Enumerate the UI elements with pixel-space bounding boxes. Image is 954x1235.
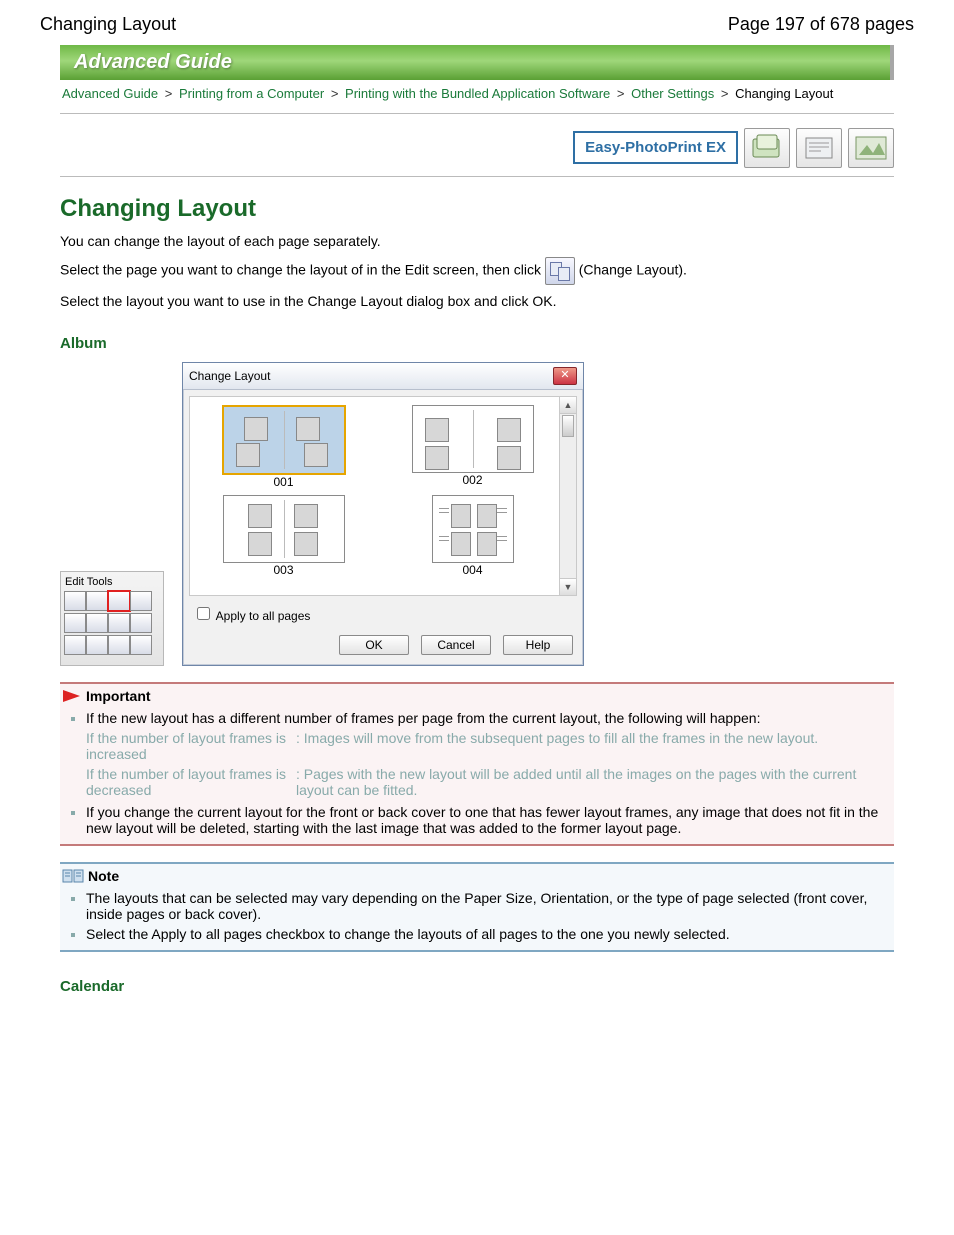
scroll-up-icon[interactable]: ▲ (560, 397, 576, 414)
apply-all-label: Apply to all pages (216, 609, 311, 623)
tool-button[interactable] (130, 613, 152, 633)
change-layout-icon (545, 257, 575, 285)
crumb-sep: > (165, 86, 173, 101)
page-indicator: Page 197 of 678 pages (728, 14, 914, 35)
banner-advanced-guide: Advanced Guide (60, 45, 894, 80)
note-item: The layouts that can be selected may var… (86, 890, 867, 922)
tool-change-layout[interactable] (108, 591, 130, 611)
tool-button[interactable] (130, 635, 152, 655)
tool-button[interactable] (108, 613, 130, 633)
intro-text: You can change the layout of each page s… (60, 233, 894, 249)
important-heading: Important (86, 688, 151, 704)
crumb-sep: > (617, 86, 625, 101)
scrollbar[interactable]: ▲ ▼ (559, 397, 576, 595)
layout-label: 001 (204, 475, 363, 489)
news-icon[interactable] (796, 128, 842, 168)
book-icon (62, 868, 84, 884)
important-row-label: If the number of layout frames is increa… (86, 730, 286, 762)
note-box: Note The layouts that can be selected ma… (60, 862, 894, 952)
important-item: If the new layout has a different number… (86, 710, 760, 726)
note-item: Select the Apply to all pages checkbox t… (86, 926, 730, 942)
layout-option-002[interactable]: 002 (393, 405, 552, 489)
important-row-label: If the number of layout frames is decrea… (86, 766, 286, 798)
layout-label: 004 (393, 563, 552, 577)
edit-tools-caption: Edit Tools (64, 574, 160, 591)
photo-album-icon[interactable] (744, 128, 790, 168)
breadcrumb: Advanced Guide > Printing from a Compute… (60, 80, 894, 114)
tool-button[interactable] (86, 591, 108, 611)
apply-all-input[interactable] (197, 607, 210, 620)
crumb-link[interactable]: Printing from a Computer (179, 86, 324, 101)
tool-button[interactable] (64, 591, 86, 611)
layout-option-003[interactable]: 003 (204, 495, 363, 577)
layout-label: 002 (393, 473, 552, 487)
landscape-icon[interactable] (848, 128, 894, 168)
crumb-link[interactable]: Other Settings (631, 86, 714, 101)
change-layout-dialog: Change Layout ✕ 001 002 003 (182, 362, 584, 666)
crumb-current: Changing Layout (735, 86, 833, 101)
instruction-1b: (Change Layout). (579, 262, 687, 278)
album-heading: Album (60, 335, 894, 352)
crumb-link[interactable]: Printing with the Bundled Application So… (345, 86, 610, 101)
dialog-title: Change Layout (189, 369, 270, 383)
note-heading: Note (88, 868, 119, 884)
tool-button[interactable] (64, 635, 86, 655)
instruction-1a: Select the page you want to change the l… (60, 262, 545, 278)
doc-title: Changing Layout (40, 14, 176, 35)
cancel-button[interactable]: Cancel (421, 635, 491, 655)
tool-button[interactable] (130, 591, 152, 611)
tool-button[interactable] (86, 635, 108, 655)
app-name-badge: Easy-PhotoPrint EX (573, 131, 738, 164)
page-title: Changing Layout (60, 195, 894, 223)
layout-option-001[interactable]: 001 (204, 405, 363, 489)
crumb-link[interactable]: Advanced Guide (62, 86, 158, 101)
layout-label: 003 (204, 563, 363, 577)
close-icon[interactable]: ✕ (553, 367, 577, 385)
tool-button[interactable] (64, 613, 86, 633)
instruction-2: Select the layout you want to use in the… (60, 293, 894, 309)
layout-option-004[interactable]: 004 (393, 495, 552, 577)
calendar-heading: Calendar (60, 978, 894, 995)
flag-icon (62, 689, 82, 703)
important-row-value: : Images will move from the subsequent p… (296, 730, 894, 762)
ok-button[interactable]: OK (339, 635, 409, 655)
instruction-1: Select the page you want to change the l… (60, 257, 894, 285)
crumb-sep: > (331, 86, 339, 101)
crumb-sep: > (721, 86, 729, 101)
apply-all-checkbox[interactable]: Apply to all pages (193, 609, 310, 623)
tool-button[interactable] (108, 635, 130, 655)
scroll-thumb[interactable] (562, 415, 574, 437)
scroll-down-icon[interactable]: ▼ (560, 578, 576, 595)
tool-button[interactable] (86, 613, 108, 633)
important-box: Important If the new layout has a differ… (60, 682, 894, 846)
important-row-value: : Pages with the new layout will be adde… (296, 766, 894, 798)
edit-tools-panel: Edit Tools (60, 571, 164, 666)
important-item: If you change the current layout for the… (86, 804, 878, 836)
help-button[interactable]: Help (503, 635, 573, 655)
